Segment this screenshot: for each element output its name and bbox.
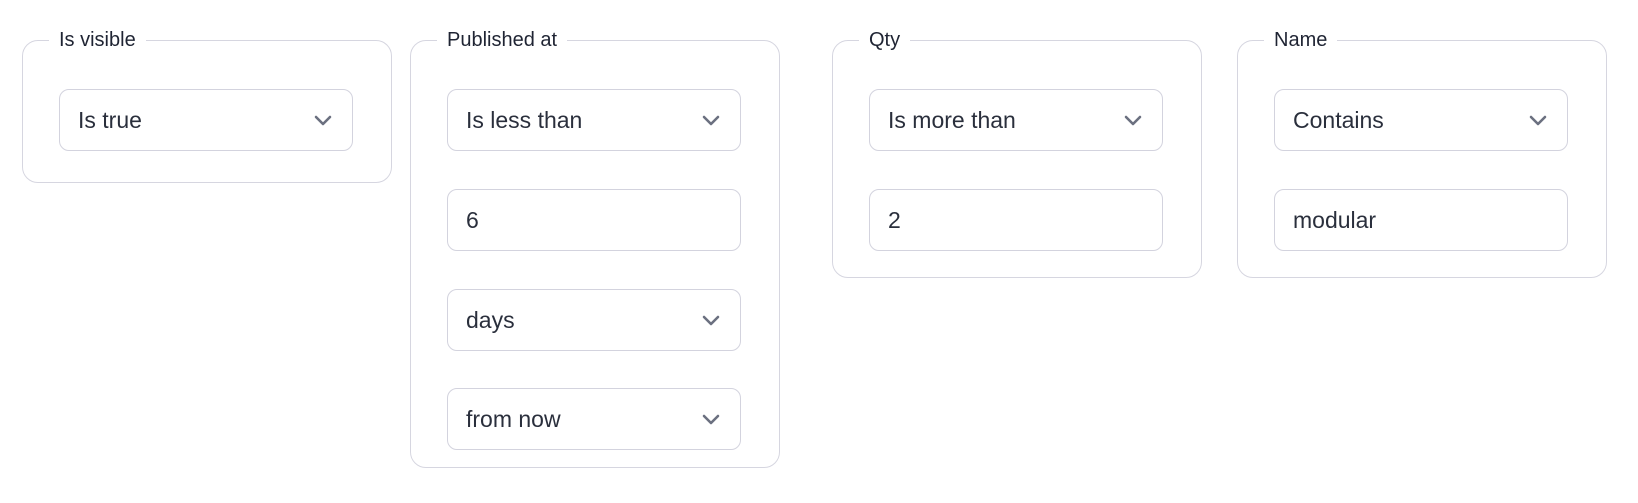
chevron-down-icon (702, 314, 720, 326)
filter-label: Name (1264, 28, 1338, 52)
operator-select[interactable]: Contains (1274, 89, 1568, 151)
operator-select[interactable]: Is more than (869, 89, 1163, 151)
select-value: days (466, 306, 515, 333)
chevron-down-icon (1529, 114, 1547, 126)
select-value: Is true (78, 106, 142, 133)
chevron-down-icon (702, 413, 720, 425)
select-value: Contains (1293, 106, 1384, 133)
operator-select[interactable]: Is less than (447, 89, 741, 151)
filter-label: Is visible (49, 28, 146, 52)
value-input[interactable] (447, 189, 741, 251)
filter-label: Published at (437, 28, 568, 52)
filter-name: Name Contains (1237, 28, 1607, 278)
select-value: from now (466, 405, 561, 432)
filter-label: Qty (859, 28, 911, 52)
chevron-down-icon (1124, 114, 1142, 126)
chevron-down-icon (702, 114, 720, 126)
filter-published-at: Published at Is less than days from now (410, 28, 780, 468)
select-value: Is less than (466, 106, 583, 133)
direction-select[interactable]: from now (447, 388, 741, 450)
chevron-down-icon (314, 114, 332, 126)
unit-select[interactable]: days (447, 289, 741, 351)
value-input[interactable] (1274, 189, 1568, 251)
select-value: Is more than (888, 106, 1016, 133)
value-input[interactable] (869, 189, 1163, 251)
operator-select[interactable]: Is true (59, 89, 353, 151)
filter-qty: Qty Is more than (832, 28, 1202, 278)
filter-is-visible: Is visible Is true (22, 28, 392, 183)
